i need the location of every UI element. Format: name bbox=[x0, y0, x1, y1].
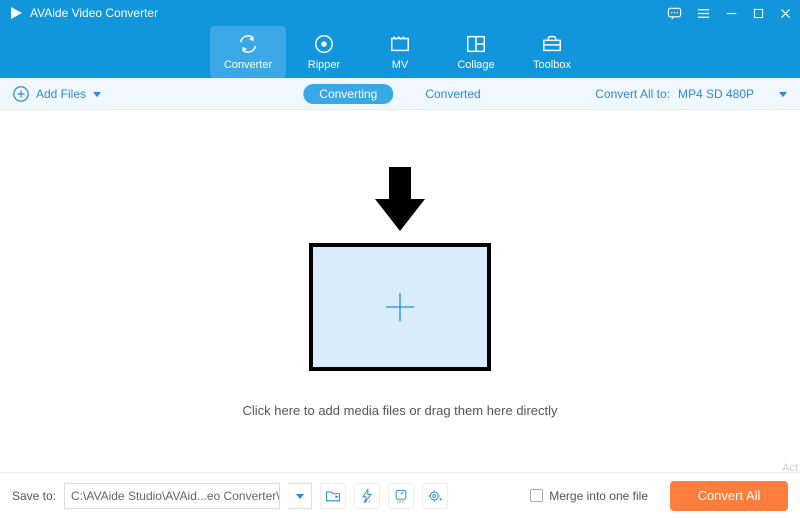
save-path-dropdown[interactable] bbox=[288, 483, 312, 509]
tab-label: Toolbox bbox=[533, 59, 571, 71]
convert-all-to-label: Convert All to: bbox=[595, 87, 670, 101]
gpu-accel-button[interactable]: OFF bbox=[354, 483, 380, 509]
close-icon[interactable] bbox=[779, 7, 792, 20]
feedback-icon[interactable] bbox=[667, 6, 682, 21]
status-tabs: Converting Converted bbox=[303, 84, 496, 104]
titlebar: AVAide Video Converter bbox=[0, 0, 800, 26]
lightning-icon: OFF bbox=[359, 488, 375, 504]
add-files-label: Add Files bbox=[36, 87, 86, 101]
app-title: AVAide Video Converter bbox=[30, 6, 158, 20]
toolbox-icon bbox=[541, 33, 563, 55]
tab-converted[interactable]: Converted bbox=[409, 84, 496, 104]
chevron-down-icon bbox=[92, 89, 102, 99]
svg-text:OFF: OFF bbox=[397, 499, 406, 504]
settings-button[interactable] bbox=[422, 483, 448, 509]
checkbox-icon bbox=[530, 489, 543, 502]
plus-thin-icon bbox=[382, 289, 418, 325]
tab-mv[interactable]: MV bbox=[362, 26, 438, 78]
tab-converter[interactable]: Converter bbox=[210, 26, 286, 78]
maximize-icon[interactable] bbox=[752, 7, 765, 20]
save-to-label: Save to: bbox=[12, 489, 56, 503]
add-media-dropzone[interactable] bbox=[309, 243, 491, 371]
chevron-down-icon bbox=[778, 89, 788, 99]
convert-all-to-dropdown[interactable]: Convert All to: MP4 SD 480P bbox=[595, 87, 788, 101]
converter-icon bbox=[237, 33, 259, 55]
merge-checkbox[interactable]: Merge into one file bbox=[530, 489, 648, 503]
bottom-toolbar: Save to: C:\AVAide Studio\AVAid...eo Con… bbox=[0, 472, 800, 518]
tab-label: Ripper bbox=[308, 59, 340, 71]
plus-circle-icon bbox=[12, 85, 30, 103]
merge-label: Merge into one file bbox=[549, 489, 648, 503]
gear-icon bbox=[427, 488, 443, 504]
collage-icon bbox=[465, 33, 487, 55]
drop-hint-text: Click here to add media files or drag th… bbox=[242, 403, 557, 418]
app-logo-icon bbox=[8, 5, 24, 21]
svg-text:OFF: OFF bbox=[363, 499, 372, 504]
add-files-button[interactable]: Add Files bbox=[12, 85, 102, 103]
mv-icon bbox=[389, 33, 411, 55]
tab-toolbox[interactable]: Toolbox bbox=[514, 26, 590, 78]
output-format-value: MP4 SD 480P bbox=[678, 87, 754, 101]
speed-icon: OFF bbox=[393, 488, 409, 504]
tab-ripper[interactable]: Ripper bbox=[286, 26, 362, 78]
tab-label: MV bbox=[392, 59, 409, 71]
arrow-down-icon bbox=[371, 165, 429, 235]
save-path-field[interactable]: C:\AVAide Studio\AVAid...eo Converter\Co… bbox=[64, 483, 280, 509]
high-speed-button[interactable]: OFF bbox=[388, 483, 414, 509]
tab-label: Collage bbox=[457, 59, 494, 71]
window-controls bbox=[667, 6, 792, 21]
tab-label: Converter bbox=[224, 59, 272, 71]
drop-stage: Click here to add media files or drag th… bbox=[0, 110, 800, 472]
minimize-icon[interactable] bbox=[725, 7, 738, 20]
tab-collage[interactable]: Collage bbox=[438, 26, 514, 78]
open-folder-button[interactable] bbox=[320, 483, 346, 509]
folder-icon bbox=[325, 488, 341, 504]
sub-toolbar: Add Files Converting Converted Convert A… bbox=[0, 78, 800, 110]
ripper-icon bbox=[313, 33, 335, 55]
main-tabs: Converter Ripper MV Collage Toolbox bbox=[0, 26, 800, 78]
menu-icon[interactable] bbox=[696, 6, 711, 21]
convert-all-button[interactable]: Convert All bbox=[670, 481, 788, 511]
tab-converting[interactable]: Converting bbox=[303, 84, 393, 104]
